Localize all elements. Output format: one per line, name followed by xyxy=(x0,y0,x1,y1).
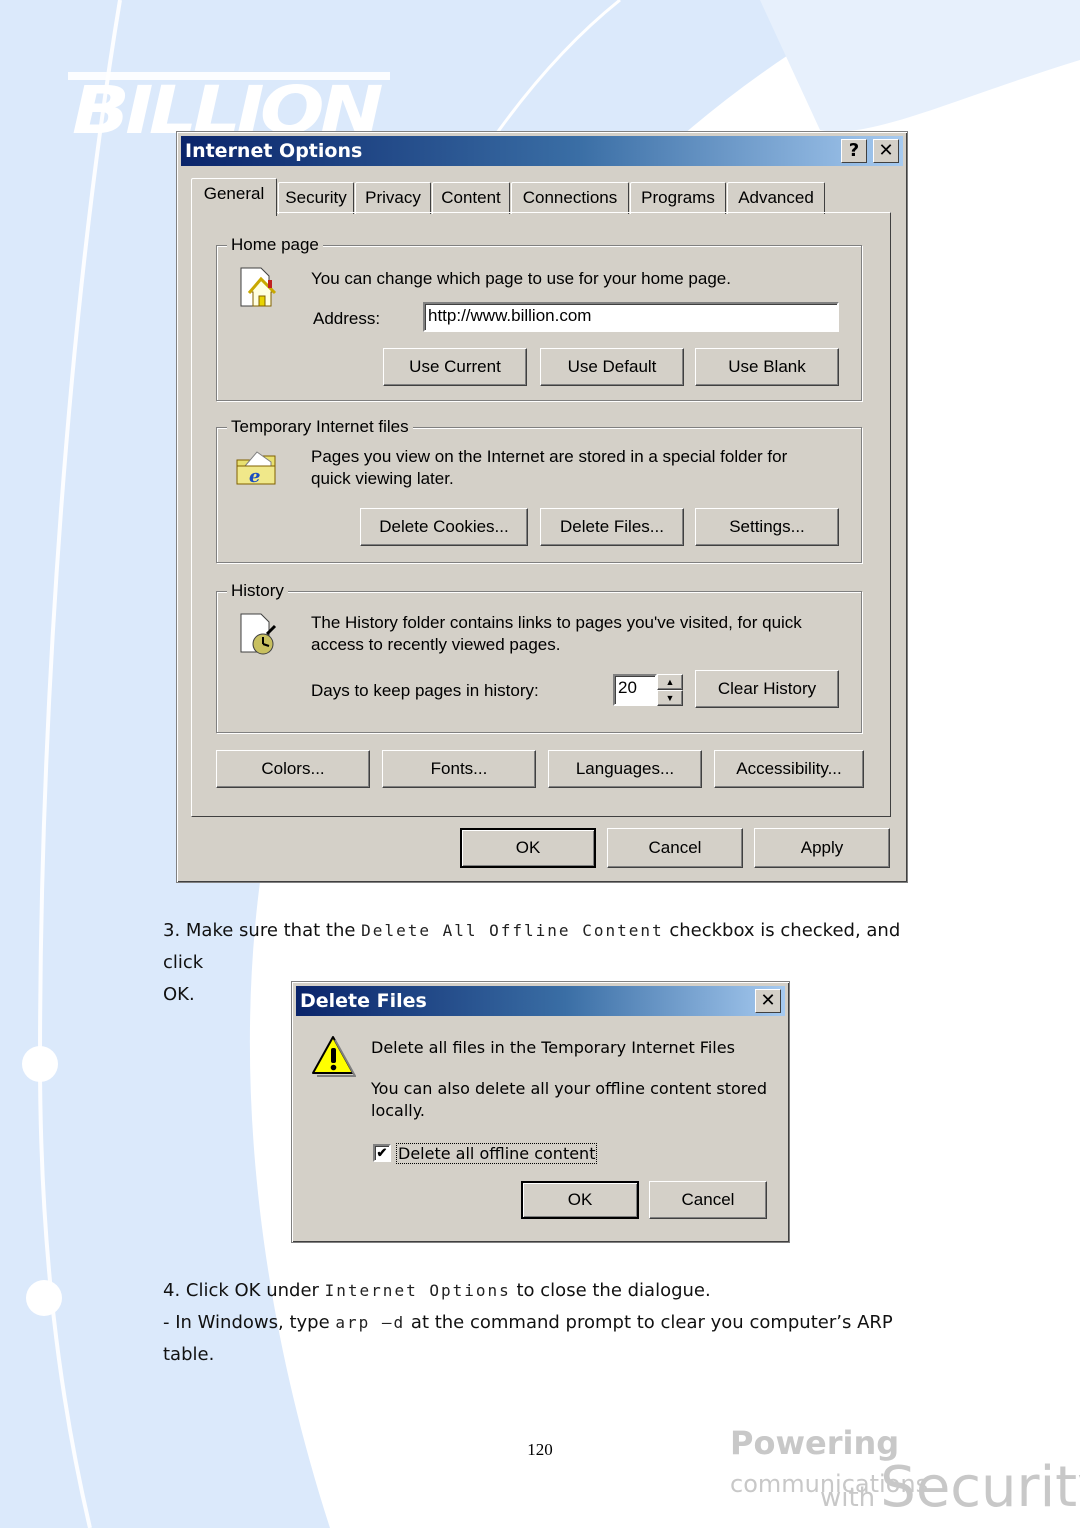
temporary-files-description-line2: quick viewing later. xyxy=(311,469,454,488)
history-group-title: History xyxy=(227,580,288,602)
dialog-title: Internet Options xyxy=(185,140,363,162)
arp-command: arp –d xyxy=(335,1313,406,1332)
step-3-line2: OK. xyxy=(163,984,195,1005)
use-current-button[interactable]: Use Current xyxy=(383,348,527,386)
address-input[interactable]: http://www.billion.com xyxy=(423,302,839,332)
home-page-icon xyxy=(240,267,277,307)
help-button[interactable]: ? xyxy=(841,139,867,163)
tab-strip: General Security Privacy Content Connect… xyxy=(191,178,891,216)
title-bar: Internet Options ? ✕ xyxy=(181,136,903,166)
ok-button[interactable]: OK xyxy=(460,828,596,868)
history-group: History The History folder contains link… xyxy=(216,580,862,733)
checkbox-label: Delete all offline content xyxy=(396,1142,598,1164)
tab-privacy[interactable]: Privacy xyxy=(355,182,431,214)
temporary-files-group-title: Temporary Internet files xyxy=(227,416,413,438)
general-tab-panel: Home page You can change which page to u… xyxy=(191,212,891,817)
tab-security[interactable]: Security xyxy=(278,182,354,214)
tab-content[interactable]: Content xyxy=(432,182,510,214)
days-spinner[interactable]: ▲ ▼ xyxy=(657,674,683,706)
svg-text:e: e xyxy=(249,466,260,487)
delete-files-button[interactable]: Delete Files... xyxy=(540,508,684,546)
close-icon: ✕ xyxy=(878,140,894,161)
history-description-line1: The History folder contains links to pag… xyxy=(311,613,802,632)
tab-connections[interactable]: Connections xyxy=(511,182,629,214)
history-icon xyxy=(240,613,277,655)
history-description-line2: access to recently viewed pages. xyxy=(311,635,561,654)
ie-folder-icon: e xyxy=(236,451,276,487)
warning-icon xyxy=(312,1036,356,1077)
home-page-description: You can change which page to use for you… xyxy=(311,269,731,288)
delete-files-message: Delete all files in the Temporary Intern… xyxy=(371,1038,735,1057)
home-page-group-title: Home page xyxy=(227,234,323,256)
spin-down-button[interactable]: ▼ xyxy=(657,690,683,706)
days-to-keep-input[interactable]: 20 xyxy=(613,674,657,706)
tab-general[interactable]: General xyxy=(191,178,277,216)
days-to-keep-label: Days to keep pages in history: xyxy=(311,681,539,700)
close-button[interactable]: ✕ xyxy=(873,139,899,163)
settings-button[interactable]: Settings... xyxy=(695,508,839,546)
delete-offline-content-checkbox[interactable]: ✔ Delete all offline content xyxy=(373,1142,598,1164)
clear-history-button[interactable]: Clear History xyxy=(695,670,839,708)
delete-files-dialog: Delete Files ✕ Delete all files in the T… xyxy=(291,981,790,1243)
brand-slogan: Powering communications with Security xyxy=(730,1424,1080,1520)
delete-files-close-button[interactable]: ✕ xyxy=(755,989,781,1013)
help-icon: ? xyxy=(848,140,860,161)
address-label: Address: xyxy=(313,309,381,328)
delete-files-cancel-button[interactable]: Cancel xyxy=(649,1181,767,1219)
internet-options-dialog: Internet Options ? ✕ General Security Pr… xyxy=(176,131,908,883)
offline-content-message-line2: locally. xyxy=(371,1101,425,1120)
step-3-code: Delete All Offline Content xyxy=(361,921,664,940)
accessibility-button[interactable]: Accessibility... xyxy=(714,750,864,788)
delete-files-title-bar: Delete Files ✕ xyxy=(296,986,785,1016)
close-icon: ✕ xyxy=(760,990,776,1011)
checkbox-box[interactable]: ✔ xyxy=(373,1144,391,1162)
delete-files-ok-button[interactable]: OK xyxy=(521,1181,639,1219)
step-4-code: Internet Options xyxy=(324,1281,511,1300)
spin-up-button[interactable]: ▲ xyxy=(657,674,683,690)
use-blank-button[interactable]: Use Blank xyxy=(695,348,839,386)
fonts-button[interactable]: Fonts... xyxy=(382,750,536,788)
languages-button[interactable]: Languages... xyxy=(548,750,702,788)
offline-content-message-line1: You can also delete all your offline con… xyxy=(371,1079,768,1098)
temporary-files-group: Temporary Internet files e Pages you vie… xyxy=(216,416,862,563)
tab-programs[interactable]: Programs xyxy=(630,182,726,214)
temporary-files-description-line1: Pages you view on the Internet are store… xyxy=(311,447,788,466)
tab-advanced[interactable]: Advanced xyxy=(727,182,825,214)
step-4-instruction: 4. Click OK under Internet Options to cl… xyxy=(163,1280,893,1365)
step-4-line3: table. xyxy=(163,1344,215,1365)
colors-button[interactable]: Colors... xyxy=(216,750,370,788)
apply-button[interactable]: Apply xyxy=(754,828,890,868)
delete-cookies-button[interactable]: Delete Cookies... xyxy=(360,508,528,546)
cancel-button[interactable]: Cancel xyxy=(607,828,743,868)
checkmark-icon: ✔ xyxy=(376,1145,388,1160)
home-page-group: Home page You can change which page to u… xyxy=(216,234,862,401)
delete-files-title: Delete Files xyxy=(300,990,427,1012)
use-default-button[interactable]: Use Default xyxy=(540,348,684,386)
